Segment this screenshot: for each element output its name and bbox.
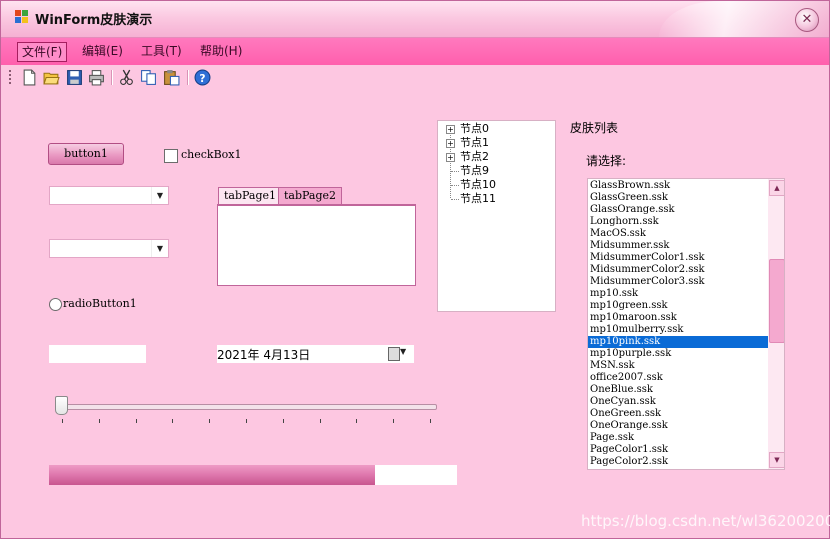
chevron-down-icon[interactable]: ▼ <box>151 187 168 204</box>
list-item[interactable]: GlassOrange.ssk <box>588 204 768 216</box>
list-item[interactable]: mp10maroon.ssk <box>588 312 768 324</box>
list-item[interactable]: mp10purple.ssk <box>588 348 768 360</box>
radiobutton1-label: radioButton1 <box>63 297 137 310</box>
print-icon[interactable] <box>88 69 105 86</box>
progress-bar <box>49 465 457 485</box>
trackbar-tick <box>319 419 321 423</box>
scroll-up-icon[interactable]: ▲ <box>769 180 784 196</box>
tree-node-label: 节点0 <box>460 122 489 135</box>
menu-edit[interactable]: 编辑(E) <box>78 42 127 60</box>
date-value: 2021年 4月13日 <box>217 348 311 362</box>
scroll-down-icon[interactable]: ▼ <box>769 452 784 468</box>
help-icon[interactable]: ? <box>194 69 211 86</box>
window-title: WinForm皮肤演示 <box>35 13 153 28</box>
list-item[interactable]: Longhorn.ssk <box>588 216 768 228</box>
save-icon[interactable] <box>66 69 83 86</box>
trackbar-tick <box>172 419 174 423</box>
trackbar-tick <box>98 419 100 423</box>
list-item[interactable]: GlassBrown.ssk <box>588 180 768 192</box>
trackbar-tick <box>135 419 137 423</box>
chevron-down-icon[interactable]: ▼ <box>151 240 168 257</box>
list-item[interactable]: MidsummerColor1.ssk <box>588 252 768 264</box>
trackbar-tick <box>62 419 63 423</box>
tab-page1[interactable]: tabPage1 <box>218 187 283 204</box>
list-item[interactable]: OneCyan.ssk <box>588 396 768 408</box>
expand-plus-icon[interactable]: + <box>446 125 455 134</box>
toolbar: ? <box>1 65 829 90</box>
new-file-icon[interactable] <box>21 69 38 86</box>
tree-node-label: 节点9 <box>460 164 489 177</box>
trackbar-track[interactable] <box>57 404 437 410</box>
menu-file[interactable]: 文件(F) <box>17 42 68 62</box>
trackbar-tick <box>209 419 211 423</box>
radiobutton1[interactable] <box>49 298 62 311</box>
list-item[interactable]: MidsummerColor3.ssk <box>588 276 768 288</box>
button1[interactable]: button1 <box>48 143 124 165</box>
tree-connector-line <box>451 171 459 172</box>
watermark: https://blog.csdn.net/wl362002000 <box>581 512 830 530</box>
checkbox1[interactable] <box>164 149 178 163</box>
trackbar-thumb[interactable] <box>55 396 68 415</box>
combobox-1[interactable]: ▼ <box>49 186 169 205</box>
calendar-icon[interactable] <box>388 347 400 361</box>
tab-panel <box>217 204 416 286</box>
menu-bar: 文件(F) 编辑(E) 工具(T) 帮助(H) <box>1 38 829 65</box>
list-item[interactable]: OneBlue.ssk <box>588 384 768 396</box>
trackbar-tick <box>282 419 284 423</box>
tree-view[interactable]: + 节点0 + 节点1 + 节点2 节点9 节点10 节点11 <box>437 120 556 312</box>
menu-help[interactable]: 帮助(H) <box>196 42 246 60</box>
tree-node-label: 节点10 <box>460 178 496 191</box>
trackbar-tick <box>246 419 247 423</box>
progress-fill <box>49 465 376 485</box>
text-input[interactable] <box>49 345 146 363</box>
list-item[interactable]: PageColor1.ssk <box>588 444 768 456</box>
list-item[interactable]: MSN.ssk <box>588 360 768 372</box>
toolbar-grip[interactable] <box>9 70 13 84</box>
tab-page2[interactable]: tabPage2 <box>278 187 343 204</box>
app-windows-icon <box>15 10 29 24</box>
menu-tools[interactable]: 工具(T) <box>137 42 186 60</box>
trackbar-tick <box>430 419 431 423</box>
skin-list-title: 皮肤列表 <box>570 121 619 135</box>
list-item[interactable]: mp10pink.ssk <box>588 336 768 348</box>
toolbar-separator <box>111 70 113 85</box>
close-icon[interactable]: ✕ <box>795 8 819 32</box>
trackbar-tick <box>393 419 395 423</box>
tree-connector-line <box>451 199 459 200</box>
list-item[interactable]: MacOS.ssk <box>588 228 768 240</box>
chevron-down-icon[interactable]: ▼ <box>400 347 406 356</box>
checkbox1-label: checkBox1 <box>181 148 242 161</box>
svg-text:?: ? <box>199 72 205 85</box>
tree-connector-line <box>451 185 459 186</box>
list-item[interactable]: mp10.ssk <box>588 288 768 300</box>
skin-prompt-label: 请选择: <box>586 154 627 168</box>
tree-node-label: 节点1 <box>460 136 489 149</box>
scrollbar-thumb[interactable] <box>769 259 784 343</box>
paste-icon[interactable] <box>163 69 180 86</box>
main-window: WinForm皮肤演示 ✕ 文件(F) 编辑(E) 工具(T) 帮助(H) ? … <box>0 0 830 539</box>
list-item[interactable]: Midsummer.ssk <box>588 240 768 252</box>
listbox-scrollbar[interactable]: ▲ ▼ <box>768 179 784 469</box>
list-item[interactable]: MidsummerColor2.ssk <box>588 264 768 276</box>
open-folder-icon[interactable] <box>43 69 60 86</box>
list-item[interactable]: office2007.ssk <box>588 372 768 384</box>
list-item[interactable]: mp10green.ssk <box>588 300 768 312</box>
list-item[interactable]: Page.ssk <box>588 432 768 444</box>
list-item[interactable]: mp10mulberry.ssk <box>588 324 768 336</box>
title-bar[interactable]: WinForm皮肤演示 ✕ <box>1 1 829 38</box>
tree-node-label: 节点11 <box>460 192 496 205</box>
list-item[interactable]: GlassGreen.ssk <box>588 192 768 204</box>
list-item[interactable]: OneGreen.ssk <box>588 408 768 420</box>
list-item[interactable]: OneOrange.ssk <box>588 420 768 432</box>
combobox-2[interactable]: ▼ <box>49 239 169 258</box>
tree-node-label: 节点2 <box>460 150 489 163</box>
expand-plus-icon[interactable]: + <box>446 153 455 162</box>
copy-icon[interactable] <box>140 69 157 86</box>
cut-icon[interactable] <box>118 69 135 86</box>
skin-listbox[interactable]: PageColor2.ssk PageColor1.ssk Page.ssk OneO… <box>587 178 785 470</box>
trackbar-tick <box>356 419 358 423</box>
toolbar-separator <box>187 70 189 85</box>
list-item[interactable]: PageColor2.ssk <box>588 456 768 468</box>
expand-plus-icon[interactable]: + <box>446 139 455 148</box>
